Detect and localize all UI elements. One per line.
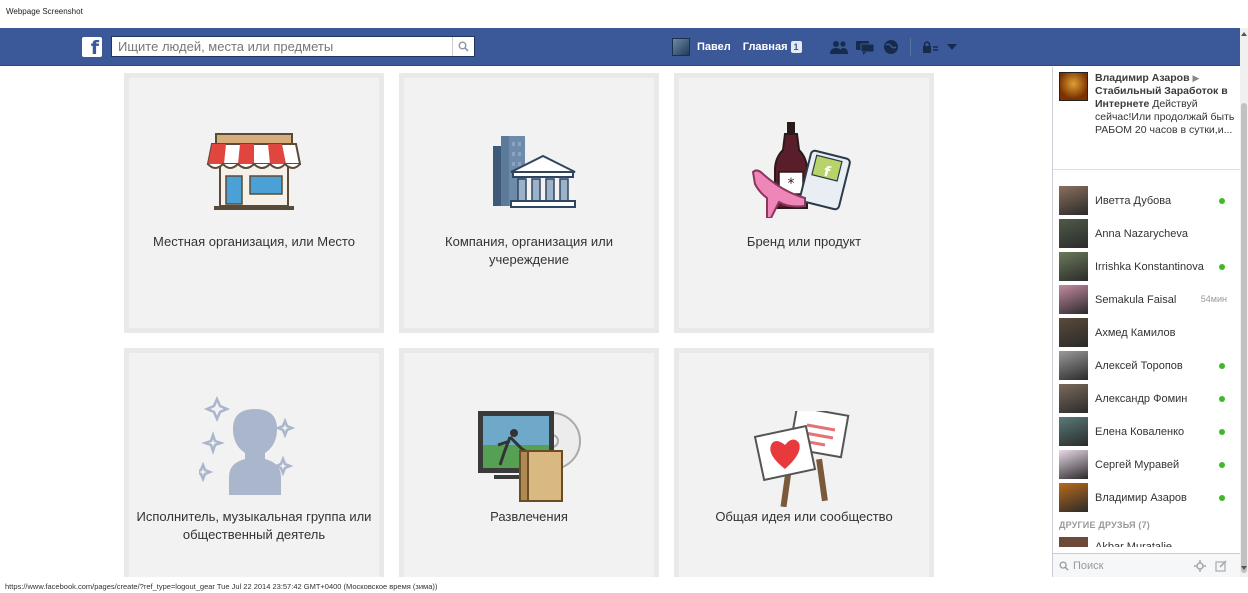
category-tile-company[interactable]: Компания, организация или учереждение bbox=[399, 73, 659, 333]
search-button[interactable] bbox=[452, 37, 474, 56]
friend-avatar bbox=[1059, 252, 1088, 281]
new-message-compose-icon[interactable] bbox=[1215, 560, 1227, 572]
artist-silhouette-icon bbox=[199, 395, 296, 495]
friend-avatar bbox=[1059, 483, 1088, 512]
ticker-story[interactable]: Владимир Азаров ▶ Стабильный Заработок в… bbox=[1053, 67, 1241, 170]
entertainment-icon bbox=[478, 411, 581, 502]
facebook-logo-icon[interactable]: f bbox=[82, 37, 102, 59]
friend-avatar bbox=[1059, 318, 1088, 347]
chat-search-input[interactable] bbox=[1073, 559, 1193, 572]
ticker-text: Владимир Азаров ▶ Стабильный Заработок в… bbox=[1095, 72, 1235, 164]
ticker-avatar[interactable] bbox=[1059, 72, 1088, 101]
category-tile-artist[interactable]: Исполнитель, музыкальная группа или обще… bbox=[124, 348, 384, 577]
other-friends-header: ДРУГИЕ ДРУЗЬЯ (7) bbox=[1059, 520, 1150, 530]
ticker-author[interactable]: Владимир Азаров bbox=[1095, 72, 1190, 84]
top-navigation-bar: f Павел Главная1 bbox=[0, 28, 1240, 66]
friend-name: Irrishka Konstantinova bbox=[1095, 260, 1204, 273]
chat-friend[interactable]: Ахмед Камилов bbox=[1053, 316, 1239, 349]
home-badge: 1 bbox=[790, 41, 802, 53]
scroll-down-arrow-icon[interactable] bbox=[1241, 566, 1247, 570]
category-label: Исполнитель, музыкальная группа или обще… bbox=[136, 509, 372, 542]
nav-right: Павел Главная 1 bbox=[672, 37, 963, 57]
scroll-up-arrow-icon[interactable] bbox=[1241, 32, 1247, 36]
chat-friend-partial[interactable]: Akbar Muratalie... bbox=[1059, 537, 1181, 547]
chat-friends-list: Иветта Дубова Anna Nazarycheva Irrishka Ko… bbox=[1053, 184, 1239, 514]
company-buildings-icon bbox=[493, 136, 576, 208]
brand-product-icon: * f bbox=[751, 122, 851, 218]
category-tile-community[interactable]: Общая идея или сообщество bbox=[674, 348, 934, 577]
chat-friend[interactable]: Anna Nazarycheva bbox=[1053, 217, 1239, 250]
messages-icon[interactable] bbox=[854, 38, 876, 56]
friend-name: Akbar Muratalie... bbox=[1095, 541, 1182, 547]
friend-name: Александр Фомин bbox=[1095, 392, 1188, 405]
online-status-dot-icon bbox=[1219, 198, 1225, 204]
page-category-grid: Местная организация, или Место Компания,… bbox=[0, 67, 1052, 577]
friend-name: Сергей Муравей bbox=[1095, 458, 1180, 471]
friend-name: Ахмед Камилов bbox=[1095, 326, 1176, 339]
nav-separator bbox=[909, 38, 911, 56]
category-label: Общая идея или сообщество bbox=[715, 509, 893, 524]
user-avatar[interactable] bbox=[672, 38, 690, 56]
online-status-dot-icon bbox=[1219, 429, 1225, 435]
chat-friend[interactable]: Алексей Торопов bbox=[1053, 349, 1239, 382]
home-label: Главная bbox=[742, 41, 788, 53]
storefront-icon bbox=[206, 133, 302, 210]
search-icon bbox=[458, 41, 469, 52]
privacy-shortcuts-icon[interactable] bbox=[919, 38, 941, 56]
notifications-globe-icon[interactable] bbox=[880, 38, 902, 56]
chat-friend[interactable]: Иветта Дубова bbox=[1053, 184, 1239, 217]
friend-avatar bbox=[1059, 450, 1088, 479]
friend-avatar bbox=[1059, 186, 1088, 215]
search-box bbox=[111, 36, 475, 57]
search-icon bbox=[1059, 560, 1069, 571]
category-label: Компания, организация или учереждение bbox=[445, 234, 613, 267]
chat-search-bar bbox=[1053, 553, 1241, 577]
search-input[interactable] bbox=[112, 37, 452, 56]
online-status-dot-icon bbox=[1219, 462, 1225, 468]
category-label: Развлечения bbox=[490, 509, 568, 524]
capture-title: Webpage Screenshot bbox=[6, 7, 83, 16]
friend-avatar bbox=[1059, 351, 1088, 380]
online-status-dot-icon bbox=[1219, 396, 1225, 402]
friend-name: Владимир Азаров bbox=[1095, 491, 1187, 504]
capture-status-bar: https://www.facebook.com/pages/create/?r… bbox=[5, 582, 438, 591]
friend-avatar bbox=[1059, 384, 1088, 413]
friend-avatar bbox=[1059, 219, 1088, 248]
category-tile-brand[interactable]: * f Бренд или продукт bbox=[674, 73, 934, 333]
category-label: Местная организация, или Место bbox=[153, 234, 355, 249]
friend-avatar bbox=[1059, 417, 1088, 446]
chat-friend[interactable]: Сергей Муравей bbox=[1053, 448, 1239, 481]
friend-requests-icon[interactable] bbox=[828, 38, 850, 56]
chat-friend[interactable]: Semakula Faisal 54мин bbox=[1053, 283, 1239, 316]
chat-sidebar: Владимир Азаров ▶ Стабильный Заработок в… bbox=[1052, 67, 1241, 577]
home-link[interactable]: Главная 1 bbox=[743, 41, 802, 53]
friend-avatar bbox=[1059, 285, 1088, 314]
online-status-dot-icon bbox=[1219, 363, 1225, 369]
friend-name: Anna Nazarycheva bbox=[1095, 227, 1188, 240]
account-menu-chevron-down-icon[interactable] bbox=[945, 38, 959, 56]
friend-name: Елена Коваленко bbox=[1095, 425, 1185, 438]
last-active-time: 54мин bbox=[1200, 294, 1227, 304]
svg-text:*: * bbox=[788, 176, 795, 192]
friend-name: Иветта Дубова bbox=[1095, 194, 1172, 207]
online-status-dot-icon bbox=[1219, 495, 1225, 501]
chat-friend[interactable]: Александр Фомин bbox=[1053, 382, 1239, 415]
category-tile-local-business[interactable]: Местная организация, или Место bbox=[124, 73, 384, 333]
chat-friend[interactable]: Владимир Азаров bbox=[1053, 481, 1239, 514]
community-signs-icon bbox=[753, 411, 850, 507]
profile-link[interactable]: Павел bbox=[697, 41, 731, 53]
chat-options-gear-icon[interactable] bbox=[1194, 560, 1206, 572]
chat-friend[interactable]: Irrishka Konstantinova bbox=[1053, 250, 1239, 283]
category-label: Бренд или продукт bbox=[746, 234, 862, 249]
friend-name: Алексей Торопов bbox=[1095, 359, 1183, 372]
online-status-dot-icon bbox=[1219, 264, 1225, 270]
friend-avatar bbox=[1059, 537, 1088, 547]
chat-friend[interactable]: Елена Коваленко bbox=[1053, 415, 1239, 448]
category-tile-entertainment[interactable]: Развлечения bbox=[399, 348, 659, 577]
scrollbar-thumb[interactable] bbox=[1241, 103, 1247, 573]
ticker-arrow-icon: ▶ bbox=[1192, 73, 1200, 83]
page-scrollbar[interactable] bbox=[1240, 28, 1248, 577]
friend-name: Semakula Faisal bbox=[1095, 293, 1177, 306]
